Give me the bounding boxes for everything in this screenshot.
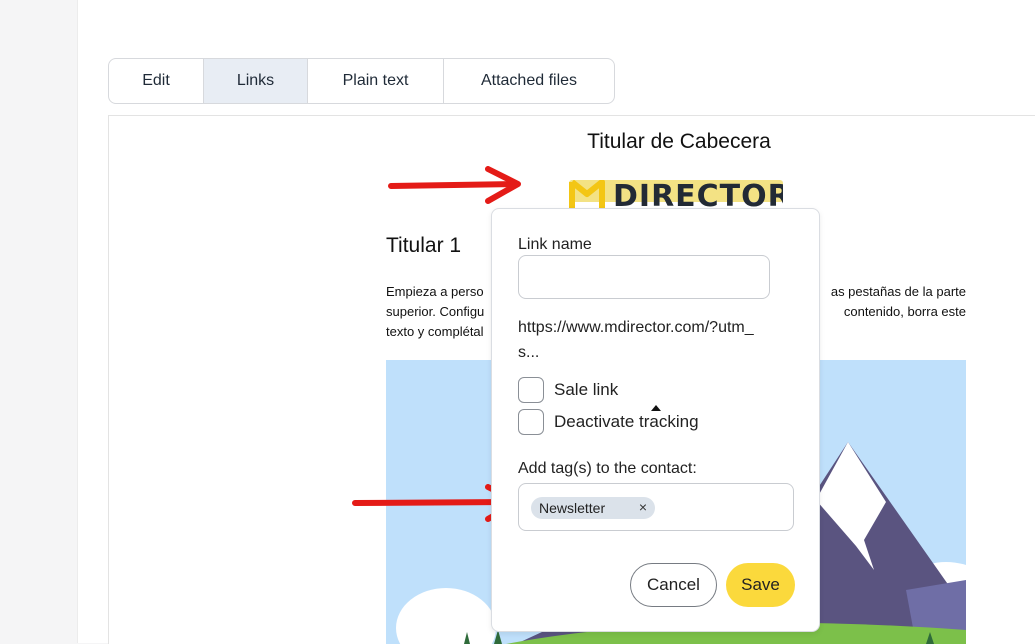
cancel-button[interactable]: Cancel <box>630 563 717 607</box>
sale-link-row[interactable]: Sale link <box>518 377 618 403</box>
deactivate-tracking-checkbox[interactable] <box>518 409 544 435</box>
mdirector-logo[interactable]: DIRECTOR <box>569 180 783 210</box>
link-settings-popover: Link name https://www.mdirector.com/?utm… <box>491 208 820 632</box>
body-line-2a: superior. Configu <box>386 304 485 319</box>
link-name-input[interactable] <box>518 255 770 299</box>
logo-m-icon <box>569 180 605 208</box>
header-title: Titular de Cabecera <box>587 130 771 153</box>
sale-link-checkbox[interactable] <box>518 377 544 403</box>
body-line-1b: as pestañas de la parte <box>830 284 966 299</box>
tab-links[interactable]: Links <box>204 59 308 103</box>
tags-label: Add tag(s) to the contact: <box>518 460 697 477</box>
tag-chip-label: Newsletter <box>539 500 606 516</box>
save-button[interactable]: Save <box>726 563 795 607</box>
deactivate-tracking-row[interactable]: Deactivate tracking <box>518 409 699 435</box>
tab-edit[interactable]: Edit <box>109 59 204 103</box>
link-name-label: Link name <box>518 236 592 253</box>
tab-bar: Edit Links Plain text Attached files <box>108 58 615 104</box>
logo-text: DIRECTOR <box>613 180 783 211</box>
body-line-1a: Empieza a perso <box>386 284 484 299</box>
tag-chip: Newsletter × <box>531 497 655 519</box>
link-url-text: https://www.mdirector.com/?utm_s... <box>518 319 754 361</box>
annotation-arrow-logo <box>388 166 521 204</box>
tab-attached-files[interactable]: Attached files <box>444 59 614 103</box>
tags-input[interactable]: Newsletter × <box>518 483 794 531</box>
headline: Titular 1 <box>386 234 462 257</box>
body-line-2b: contenido, borra este <box>843 304 966 319</box>
sale-link-label: Sale link <box>554 380 619 399</box>
deactivate-tracking-label: Deactivate tracking <box>554 412 699 431</box>
tab-plain-text[interactable]: Plain text <box>308 59 444 103</box>
body-line-3a: texto y complétal <box>386 324 484 339</box>
tag-remove-icon[interactable]: × <box>639 499 647 515</box>
